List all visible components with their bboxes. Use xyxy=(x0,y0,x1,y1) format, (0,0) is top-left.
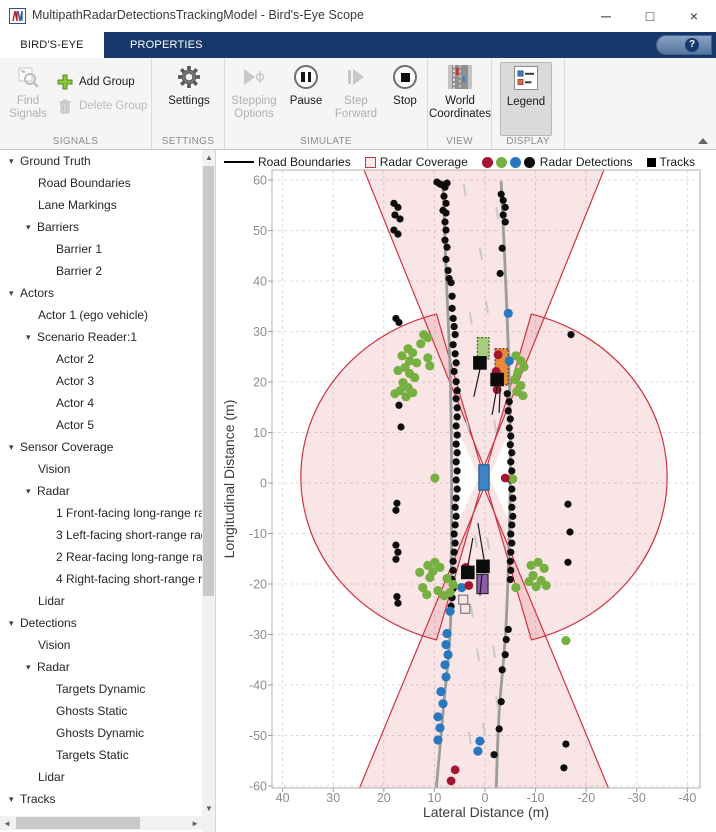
y-tick-label: -20 xyxy=(249,578,267,592)
birds-eye-plot: 40 30 20 10 0 -10 -20 -30 -40 60 50 40 30 20 10 0 -10 -20… xyxy=(221,169,701,820)
x-tick-label: 40 xyxy=(276,791,290,805)
x-tick-label: -30 xyxy=(628,791,646,805)
y-tick-label: 40 xyxy=(253,275,267,289)
y-tick-label: 60 xyxy=(253,174,267,188)
y-axis-label: Longitudinal Distance (m) xyxy=(221,400,237,559)
x-tick-label: 30 xyxy=(326,791,340,805)
actor-car-purple xyxy=(476,573,489,595)
y-tick-label: -50 xyxy=(249,729,267,743)
actor-car-green xyxy=(476,337,490,360)
x-tick-label: 20 xyxy=(377,791,391,805)
plot-panel: Road Boundaries Radar Coverage Radar Det… xyxy=(216,150,716,832)
x-tick-label: -40 xyxy=(678,791,696,805)
y-tick-label: 20 xyxy=(253,376,267,390)
x-tick-label: -10 xyxy=(527,791,545,805)
y-tick-label: -30 xyxy=(249,628,267,642)
y-tick-label: 30 xyxy=(253,325,267,339)
x-tick-label: 0 xyxy=(482,791,489,805)
x-axis-label: Lateral Distance (m) xyxy=(423,804,549,820)
content-area: ▾ Ground Truth Road Boundaries Lane Marking… xyxy=(0,150,716,832)
x-tick-label: 10 xyxy=(427,791,441,805)
y-tick-label: 0 xyxy=(260,477,267,491)
y-tick-label: 10 xyxy=(253,426,267,440)
birds-eye-scope-window: MultipathRadarDetectionsTrackingModel - … xyxy=(0,0,716,832)
y-tick-label: -40 xyxy=(249,679,267,693)
y-tick-label: -10 xyxy=(249,527,267,541)
y-tick-label: 50 xyxy=(253,224,267,238)
plot-content xyxy=(300,170,668,788)
actor-ego-vehicle xyxy=(478,464,490,491)
x-tick-label: -20 xyxy=(577,791,595,805)
y-tick-label: -60 xyxy=(249,779,267,793)
